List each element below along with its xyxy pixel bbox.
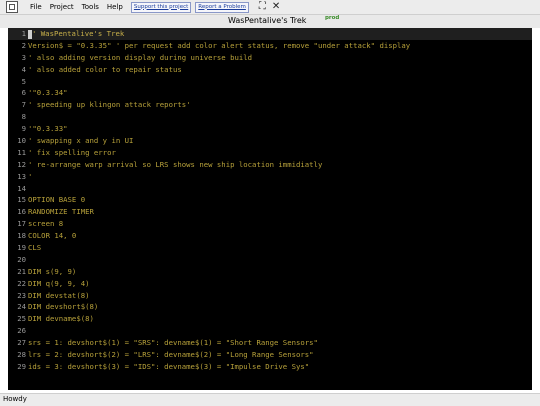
menu-project[interactable]: Project [50,3,74,11]
close-icon[interactable]: ✕ [272,2,280,12]
code-text: ' [28,171,33,181]
status-bar: Howdy [0,393,540,406]
line-number: 27 [17,338,26,348]
menu-bar: File Project Tools Help Support this pro… [0,0,540,14]
code-line[interactable]: 13 ' [8,171,532,183]
line-number: 1 [21,29,26,38]
code-text: '"0.3.34" [28,88,68,98]
line-number: 19 [17,243,26,253]
code-line[interactable]: 5 [8,76,532,88]
code-text: ' speeding up klingon attack reports' [28,100,191,110]
prod-badge: prod [325,15,340,21]
status-text: Howdy [3,395,27,403]
code-text: ids = 3: devshort$(3) = "IDS": devname$(… [28,361,310,371]
line-number: 22 [17,278,26,288]
code-line[interactable]: 26 [8,325,532,337]
code-text: '"0.3.33" [28,124,68,134]
line-number: 28 [17,350,26,360]
line-number: 11 [17,147,26,157]
window-title-bar: WasPentalive's Trek prod [0,14,540,28]
line-number: 14 [17,183,26,193]
menu-tools[interactable]: Tools [82,3,99,11]
line-number: 4 [21,64,26,74]
fullscreen-icon[interactable]: ⛶ [259,2,266,12]
code-line[interactable]: 10 ' swapping x and y in UI [8,135,532,147]
code-text: DIM devshort$(8) [28,302,99,312]
line-number: 23 [17,290,26,300]
code-text: COLOR 14, 0 [28,231,77,241]
menu-file[interactable]: File [30,3,42,11]
code-line[interactable]: 17 screen 8 [8,218,532,230]
code-line[interactable]: 4 ' also added color to repair status [8,64,532,76]
code-line[interactable]: 28 lrs = 2: devshort$(2) = "LRS": devname… [8,349,532,361]
line-number: 12 [17,159,26,169]
code-text: ' fix spelling error [28,147,116,157]
code-text: DIM devname$(8) [28,314,94,324]
code-line[interactable]: 21 DIM s(9, 9) [8,266,532,278]
line-number: 25 [17,314,26,324]
code-text: ' WasPentalive's Trek [28,28,124,40]
code-line[interactable]: 20 [8,254,532,266]
code-line[interactable]: 16 RANDOMIZE TIMER [8,206,532,218]
line-number: 24 [17,302,26,312]
code-text: RANDOMIZE TIMER [28,207,94,217]
line-number: 9 [21,124,26,134]
line-number: 6 [21,88,26,98]
line-number: 3 [21,52,26,62]
code-text: CLS [28,243,42,253]
line-number: 15 [17,195,26,205]
menu-help[interactable]: Help [107,3,123,11]
code-text: ' also adding version display during uni… [28,52,253,62]
code-line[interactable]: 1 ' WasPentalive's Trek [8,28,532,40]
code-text: DIM devstat(8) [28,290,90,300]
code-line[interactable]: 9 '"0.3.33" [8,123,532,135]
line-number: 5 [21,76,26,86]
code-text: DIM q(9, 9, 4) [28,278,90,288]
line-number: 17 [17,219,26,229]
line-number: 13 [17,171,26,181]
code-text: ' swapping x and y in UI [28,136,134,146]
text-cursor [28,29,32,39]
code-text: lrs = 2: devshort$(2) = "LRS": devname$(… [28,350,314,360]
line-number: 29 [17,361,26,371]
code-text: OPTION BASE 0 [28,195,86,205]
code-text: ' also added color to repair status [28,64,182,74]
code-line[interactable]: 24 DIM devshort$(8) [8,301,532,313]
code-line[interactable]: 11 ' fix spelling error [8,147,532,159]
line-number: 16 [17,207,26,217]
code-line[interactable]: 14 [8,183,532,195]
line-number: 26 [17,326,26,336]
report-problem-link[interactable]: Report a Problem [195,1,249,13]
code-line[interactable]: 27 srs = 1: devshort$(1) = "SRS": devname… [8,337,532,349]
code-text: srs = 1: devshort$(1) = "SRS": devname$(… [28,338,318,348]
support-project-link[interactable]: Support this project [130,1,192,13]
code-line[interactable]: 2 Version$ = "0.3.35" ' per request add c… [8,40,532,52]
code-editor[interactable]: 1 ' WasPentalive's Trek 2 Version$ = "0.3.3… [8,28,532,390]
code-line[interactable]: 25 DIM devname$(8) [8,313,532,325]
line-number: 7 [21,100,26,110]
line-number: 21 [17,266,26,276]
code-line[interactable]: 19 CLS [8,242,532,254]
line-number: 18 [17,231,26,241]
code-line[interactable]: 15 OPTION BASE 0 [8,194,532,206]
code-line[interactable]: 23 DIM devstat(8) [8,290,532,302]
code-line[interactable]: 29 ids = 3: devshort$(3) = "IDS": devname… [8,361,532,373]
code-line[interactable]: 18 COLOR 14, 0 [8,230,532,242]
code-line[interactable]: 7 ' speeding up klingon attack reports' [8,99,532,111]
line-number: 20 [17,254,26,264]
line-number: 8 [21,112,26,122]
code-line[interactable]: 22 DIM q(9, 9, 4) [8,278,532,290]
code-text: screen 8 [28,219,64,229]
line-number: 10 [17,136,26,146]
code-text: DIM s(9, 9) [28,266,77,276]
code-line[interactable]: 12 ' re-arrange warp arrival so LRS shows… [8,159,532,171]
code-line[interactable]: 6 '"0.3.34" [8,87,532,99]
code-text: ' re-arrange warp arrival so LRS shows n… [28,159,323,169]
window-title: WasPentalive's Trek [228,16,307,25]
code-text: Version$ = "0.3.35" ' per request add co… [28,40,411,50]
code-line[interactable]: 3 ' also adding version display during un… [8,52,532,64]
line-number: 2 [21,40,26,50]
code-line[interactable]: 8 [8,111,532,123]
app-logo-icon [6,1,18,13]
